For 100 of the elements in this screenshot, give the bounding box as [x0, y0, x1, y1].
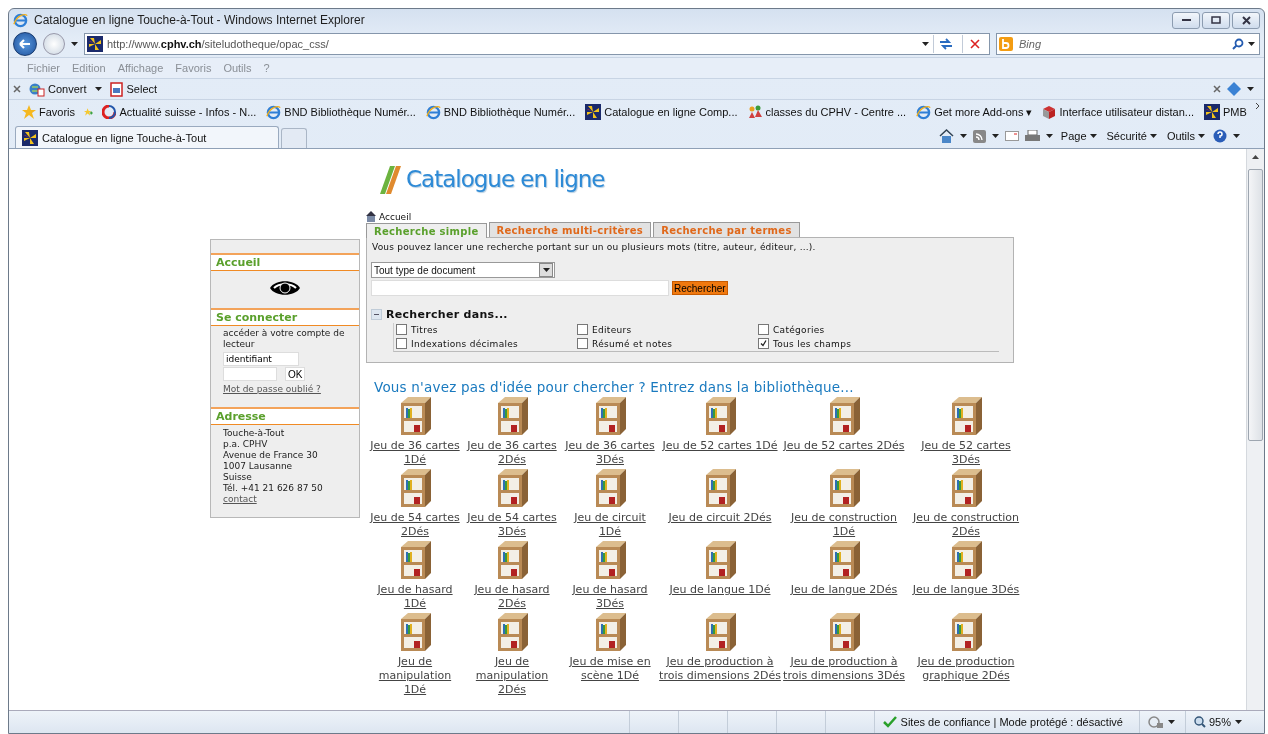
security-zone[interactable]: Sites de confiance | Mode protégé : désactivé [900, 716, 1123, 728]
shelf-link[interactable]: Jeu de 52 cartes 2Dés [783, 439, 905, 453]
caret-icon[interactable] [922, 42, 929, 46]
favorites-button[interactable]: Favoris [21, 105, 77, 119]
chevron-icon[interactable] [1255, 103, 1260, 109]
command-menu[interactable]: Outils [1164, 130, 1207, 142]
forgot-password-link[interactable]: Mot de passe oublié ? [223, 384, 321, 394]
search-button[interactable]: Rechercher [672, 281, 728, 295]
sidebar-heading: Accueil [211, 253, 359, 271]
shelf-link[interactable]: Jeu de hasard 2Dés [462, 583, 562, 611]
password-field[interactable] [223, 367, 277, 381]
caret-icon[interactable] [991, 134, 999, 138]
checkbox[interactable] [577, 338, 588, 349]
caret-icon[interactable] [1233, 134, 1240, 138]
stop-icon[interactable] [970, 39, 980, 49]
zoom-level[interactable]: 95% [1193, 716, 1231, 728]
caret-icon[interactable] [1045, 134, 1053, 138]
caret-icon[interactable] [1247, 87, 1254, 91]
history-caret-icon[interactable] [71, 42, 78, 46]
address-field[interactable]: http://www.cphv.ch/siteludotheque/opac_css/ [84, 33, 990, 55]
pinwheel-icon [1204, 104, 1220, 120]
caret-icon [1089, 134, 1097, 138]
favorite-link[interactable]: Catalogue en ligne Comp... [584, 104, 739, 120]
search-input[interactable] [371, 280, 669, 296]
shelf-link[interactable]: Jeu de 36 cartes 2Dés [462, 439, 562, 467]
shelf-link[interactable]: Jeu de construction 2Dés [906, 511, 1026, 539]
scroll-up-icon[interactable] [1252, 155, 1259, 159]
username-field[interactable]: identifiant [223, 352, 299, 366]
bing-logo-icon [999, 37, 1013, 51]
contact-link[interactable]: contact [223, 494, 257, 504]
collapse-toggle[interactable] [371, 309, 382, 320]
shelf-link[interactable]: Jeu de 54 cartes 2Dés [368, 511, 462, 539]
checkbox[interactable] [758, 324, 769, 335]
shelf-link[interactable]: Jeu de circuit 2Dés [668, 511, 772, 525]
shelf-link[interactable]: Jeu de 54 cartes 3Dés [462, 511, 562, 539]
printer-icon[interactable] [1024, 129, 1040, 143]
scrollbar[interactable] [1246, 149, 1264, 710]
shelf-link[interactable]: Jeu de manipulation 1Dé [368, 655, 462, 697]
shelf-link[interactable]: Jeu de 36 cartes 1Dé [368, 439, 462, 467]
shelf-link[interactable]: Jeu de circuit 1Dé [562, 511, 658, 539]
shelf-link[interactable]: Jeu de manipulation 2Dés [462, 655, 562, 697]
shelf-link[interactable]: Jeu de 52 cartes 1Dé [662, 439, 778, 453]
checkbox[interactable] [396, 324, 407, 335]
search-input[interactable]: Bing [1017, 37, 1228, 51]
favorite-link[interactable]: Actualité suisse - Infos - N... [101, 105, 258, 119]
search-icon[interactable] [1232, 38, 1244, 50]
close-icon[interactable] [13, 85, 21, 93]
favorite-link[interactable]: classes du CPHV - Centre ... [746, 105, 908, 119]
document-type-dropdown[interactable]: Tout type de document [371, 262, 555, 278]
command-menu[interactable]: Sécurité [1104, 130, 1159, 142]
checkbox-label: Résumé et notes [592, 338, 673, 349]
ok-button[interactable]: OK [285, 367, 306, 381]
caret-icon[interactable] [94, 87, 102, 91]
browser-tab[interactable]: Catalogue en ligne Touche-à-Tout [15, 126, 279, 148]
mail-icon[interactable] [1004, 131, 1019, 141]
favorite-link[interactable]: PMB [1203, 104, 1248, 120]
refresh-icon[interactable] [939, 38, 953, 50]
favorite-link[interactable]: BND Bibliothèque Numér... [265, 104, 417, 120]
caret-icon[interactable] [1235, 720, 1242, 724]
toolbar-button[interactable]: Convert [27, 81, 89, 97]
shelf-link[interactable]: Jeu de hasard 3Dés [562, 583, 658, 611]
shelf-link[interactable]: Jeu de langue 3Dés [912, 583, 1020, 597]
address-line: Suisse [222, 472, 253, 483]
shelf-link[interactable]: Jeu de production à trois dimensions 2Dés [658, 655, 782, 683]
toolbar-button[interactable]: Select [107, 81, 160, 97]
home-icon[interactable] [938, 129, 954, 143]
caret-icon[interactable] [959, 134, 967, 138]
close-icon[interactable] [1213, 85, 1221, 93]
shelf-link[interactable]: Jeu de production à trois dimensions 3Dés [782, 655, 906, 683]
shelf-link[interactable]: Jeu de production graphique 2Dés [906, 655, 1026, 683]
shelf-link[interactable]: Jeu de langue 2Dés [790, 583, 898, 597]
command-menu[interactable]: Page [1058, 130, 1099, 142]
shelf-link[interactable]: Jeu de langue 1Dé [669, 583, 771, 597]
pinwheel-icon [585, 104, 602, 120]
minimize-button[interactable] [1172, 11, 1200, 29]
back-button[interactable] [13, 32, 37, 56]
catalogue-logo[interactable]: Catalogue en ligne [378, 161, 1016, 197]
search-field[interactable]: Bing [996, 33, 1260, 55]
checkbox-label: Editeurs [592, 324, 632, 335]
house-icon[interactable] [366, 211, 376, 222]
caret-icon[interactable] [1167, 720, 1175, 724]
feed-icon[interactable] [972, 129, 986, 143]
checkbox-label: Indexations décimales [411, 338, 519, 349]
breadcrumb-link[interactable]: Accueil [379, 211, 412, 222]
maximize-button[interactable] [1202, 11, 1230, 29]
browse-heading[interactable]: Vous n'avez pas d'idée pour chercher ? Entrez dans la bibliothèque... [374, 379, 1016, 395]
caret-icon[interactable] [542, 268, 550, 272]
favorite-link[interactable]: Interface utilisateur distan... [1041, 105, 1195, 119]
favorite-link[interactable]: BND Bibliothèque Numér... [424, 104, 577, 120]
shelf-link[interactable]: Jeu de 52 cartes 3Dés [906, 439, 1026, 467]
checkbox[interactable] [396, 338, 407, 349]
checkbox[interactable] [758, 338, 769, 349]
checkbox[interactable] [577, 324, 588, 335]
shelf-link[interactable]: Jeu de hasard 1Dé [368, 583, 462, 611]
shelf-link[interactable]: Jeu de construction 1Dé [782, 511, 906, 539]
close-button[interactable] [1232, 11, 1260, 29]
caret-icon[interactable] [1248, 42, 1255, 46]
favorite-link[interactable]: Get more Add-ons ▾ [915, 104, 1034, 120]
shelf-link[interactable]: Jeu de 36 cartes 3Dés [562, 439, 658, 467]
shelf-link[interactable]: Jeu de mise en scène 1Dé [562, 655, 658, 683]
